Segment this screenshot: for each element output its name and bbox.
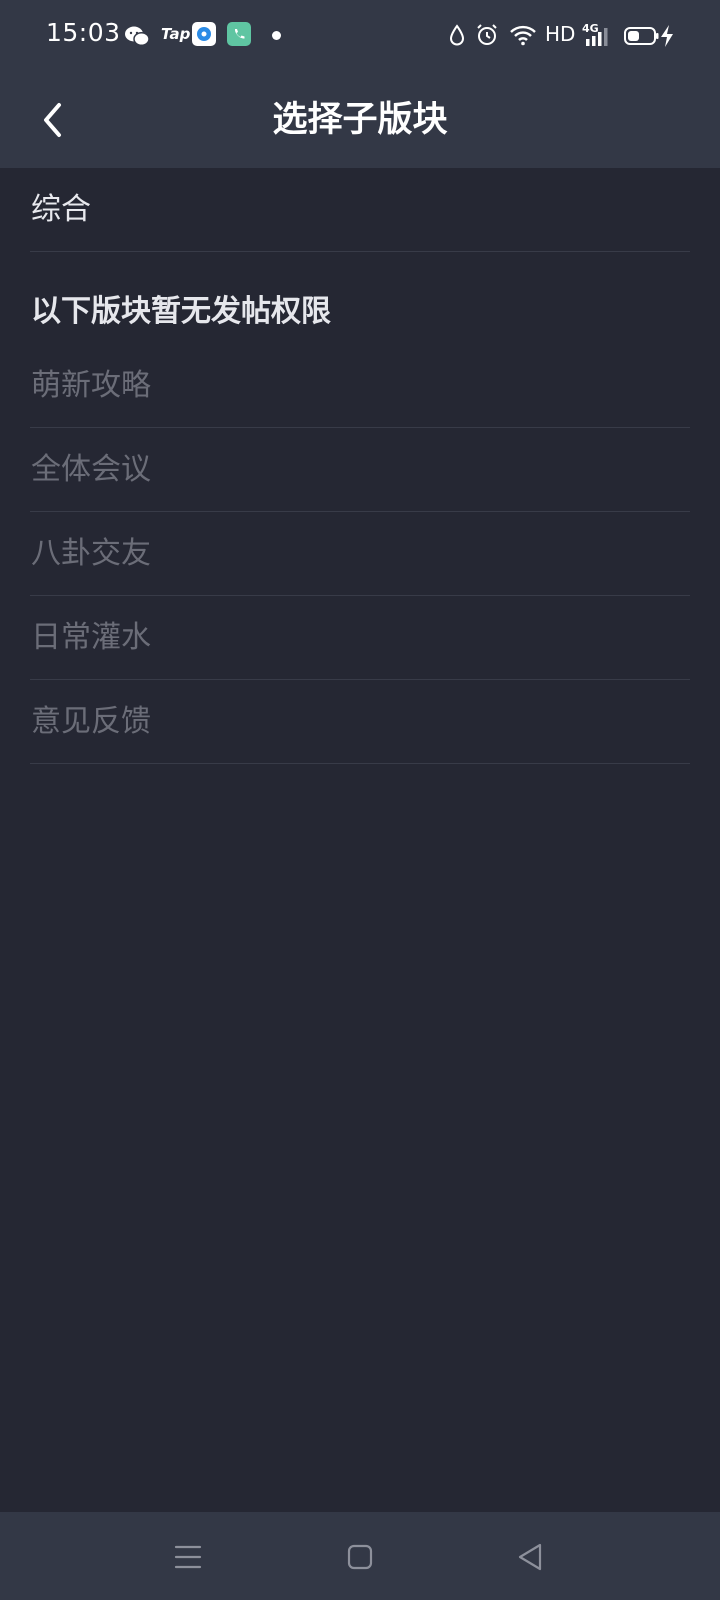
subforum-item-label: 日常灌水	[31, 620, 151, 655]
subforum-item-disabled: 萌新攻略	[30, 344, 690, 428]
charging-icon	[661, 25, 673, 47]
subforum-item-general[interactable]: 综合	[30, 168, 690, 252]
alarm-icon	[477, 24, 497, 45]
home-square-icon	[347, 1544, 373, 1570]
no-permission-section-title: 以下版块暂无发帖权限	[31, 294, 331, 329]
top-bar: 15:03 Tap HD 4G 选择子版块	[0, 0, 720, 168]
status-time: 15:03	[46, 18, 121, 47]
signal-icon	[586, 28, 608, 46]
subforum-item-label: 综合	[31, 192, 91, 227]
subforum-item-label: 萌新攻略	[31, 368, 151, 403]
menu-icon	[174, 1545, 202, 1569]
water-drop-icon	[449, 24, 465, 46]
subforum-item-label: 全体会议	[31, 452, 151, 487]
tap-icon: Tap	[161, 25, 191, 43]
phone-app-icon	[227, 22, 251, 46]
app-header: 选择子版块	[0, 72, 720, 168]
system-nav-bar	[0, 1512, 720, 1600]
subforum-item-disabled: 日常灌水	[30, 596, 690, 680]
battery-icon	[624, 27, 659, 45]
screen: 15:03 Tap HD 4G 选择子版块 综合 以下版块暂无发帖权限 萌新攻略…	[0, 0, 720, 1600]
subforum-item-label: 八卦交友	[31, 536, 151, 571]
hd-label: HD	[545, 22, 576, 46]
back-triangle-icon	[518, 1543, 542, 1571]
back-nav-button[interactable]	[505, 1532, 555, 1582]
status-bar: 15:03 Tap HD 4G	[0, 0, 720, 72]
subforum-item-label: 意见反馈	[31, 704, 151, 739]
recent-apps-button[interactable]	[163, 1532, 213, 1582]
browser-app-icon	[192, 22, 216, 46]
subforum-item-disabled: 意见反馈	[30, 680, 690, 764]
wechat-icon	[125, 26, 150, 47]
subforum-item-disabled: 全体会议	[30, 428, 690, 512]
wifi-icon	[510, 25, 536, 46]
notification-dot-icon	[272, 31, 281, 40]
home-button[interactable]	[335, 1532, 385, 1582]
page-title: 选择子版块	[272, 100, 448, 140]
subforum-item-disabled: 八卦交友	[30, 512, 690, 596]
